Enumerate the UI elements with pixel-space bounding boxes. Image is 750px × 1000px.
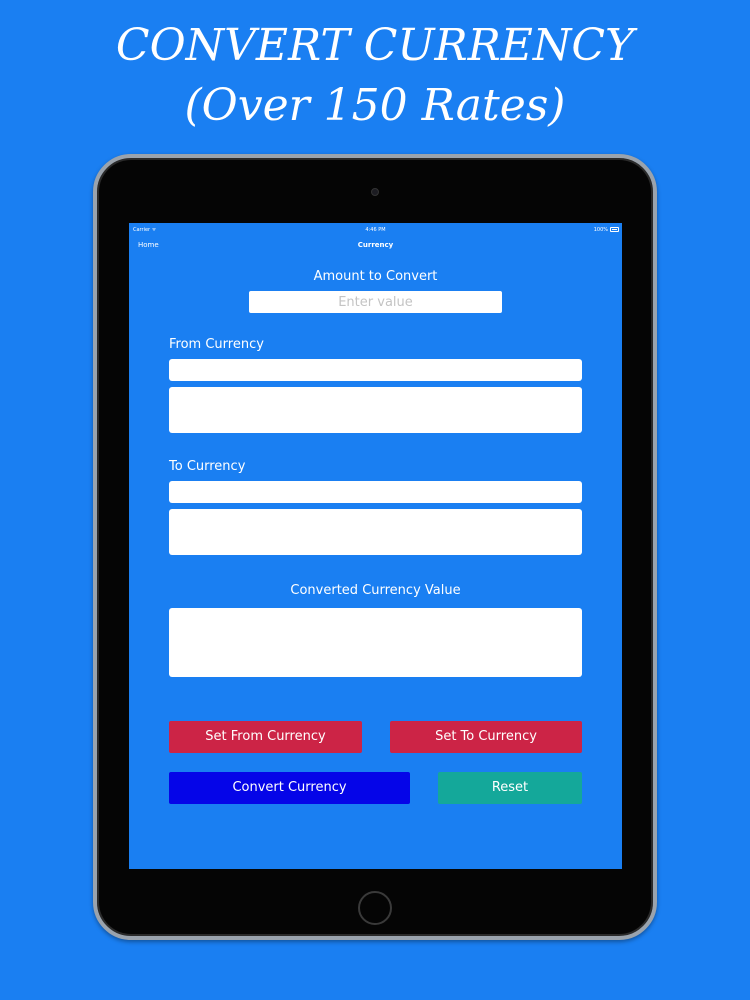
from-currency-field[interactable]	[169, 359, 582, 381]
to-currency-label: To Currency	[169, 459, 246, 474]
to-currency-field[interactable]	[169, 481, 582, 503]
converted-value-label: Converted Currency Value	[290, 583, 461, 598]
nav-title: Currency	[357, 241, 394, 249]
amount-label: Amount to Convert	[313, 269, 438, 284]
nav-bar: Home Currency	[129, 237, 622, 255]
amount-input[interactable]	[249, 291, 502, 313]
converted-value-field	[169, 608, 582, 677]
from-currency-detail[interactable]	[169, 387, 582, 433]
set-from-currency-button[interactable]: Set From Currency	[169, 721, 362, 753]
battery-percent: 100%	[593, 227, 608, 233]
reset-button[interactable]: Reset	[438, 772, 582, 804]
from-currency-label: From Currency	[169, 337, 264, 352]
app-screen: Carrier ᯤ 4:46 PM 100% Home Currency Amo…	[129, 223, 622, 869]
convert-currency-button[interactable]: Convert Currency	[169, 772, 410, 804]
camera-icon	[371, 188, 379, 196]
to-currency-detail[interactable]	[169, 509, 582, 555]
set-to-currency-button[interactable]: Set To Currency	[390, 721, 582, 753]
promo-title-line1: CONVERT CURRENCY	[115, 20, 635, 71]
home-button[interactable]	[358, 891, 392, 925]
status-time: 4:46 PM	[365, 227, 386, 233]
status-bar: Carrier ᯤ 4:46 PM 100%	[129, 223, 622, 237]
promo-title-line2: (Over 150 Rates)	[184, 80, 566, 131]
battery-icon	[610, 227, 619, 232]
